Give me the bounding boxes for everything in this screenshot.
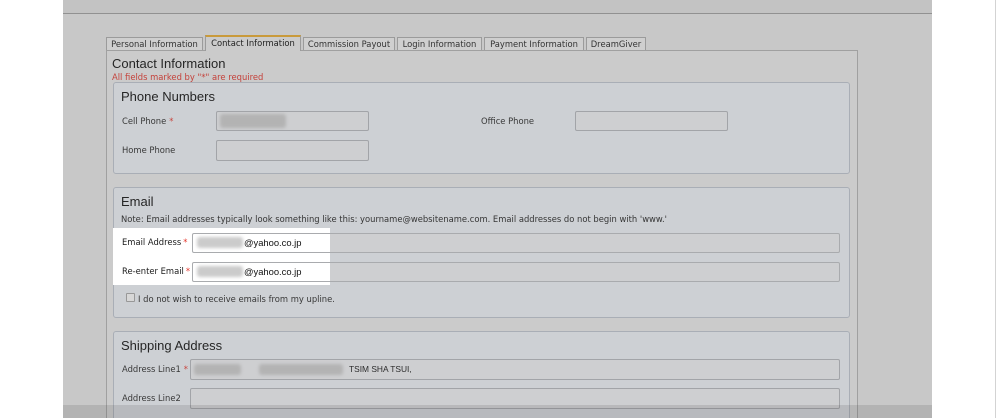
home-phone-input[interactable]	[216, 140, 369, 161]
email-address-input[interactable]: @yahoo.co.jp	[192, 233, 840, 253]
address-line1-input[interactable]: TSIM SHA TSUI,	[190, 359, 840, 380]
shipping-address-legend: Shipping Address	[121, 338, 223, 353]
email-address-label: Email Address *	[122, 237, 187, 247]
required-asterisk: *	[183, 364, 188, 374]
reenter-email-label-text: Re-enter Email	[122, 266, 184, 276]
required-asterisk: *	[183, 237, 188, 247]
required-asterisk: *	[169, 116, 174, 126]
tab-personal-information[interactable]: Personal Information	[106, 37, 203, 50]
phone-numbers-legend: Phone Numbers	[121, 89, 215, 104]
address-line1-label-text: Address Line1	[122, 364, 181, 374]
reenter-email-value: @yahoo.co.jp	[244, 266, 302, 277]
cell-phone-label: Cell Phone *	[122, 116, 173, 126]
address-line1-value: TSIM SHA TSUI,	[349, 364, 412, 374]
office-phone-input[interactable]	[575, 111, 728, 131]
obscured-value	[197, 266, 243, 277]
required-asterisk: *	[185, 266, 191, 276]
email-format-note: Note: Email addresses typically look som…	[121, 214, 667, 224]
address-line1-label: Address Line1 *	[122, 364, 188, 374]
office-phone-label-text: Office Phone	[481, 116, 535, 126]
office-phone-label: Office Phone	[481, 116, 534, 126]
cell-phone-label-text: Cell Phone	[122, 116, 167, 126]
tab-dreamgiver[interactable]: DreamGiver	[586, 37, 646, 50]
page-title: Contact Information	[112, 56, 226, 71]
home-phone-label: Home Phone	[122, 145, 175, 155]
email-address-label-text: Email Address	[122, 237, 182, 247]
home-phone-label-text: Home Phone	[122, 145, 176, 155]
tab-payment-information[interactable]: Payment Information	[484, 37, 584, 50]
no-upline-emails-label[interactable]: I do not wish to receive emails from my …	[138, 294, 335, 304]
tab-contact-information[interactable]: Contact Information	[205, 35, 301, 51]
obscured-value	[259, 364, 343, 375]
obscured-value	[194, 364, 241, 375]
cell-phone-input[interactable]	[216, 111, 369, 131]
email-legend: Email	[121, 194, 154, 209]
window-edge	[995, 0, 996, 418]
address-line2-label-text: Address Line2	[122, 393, 181, 403]
top-bar	[63, 0, 932, 14]
required-fields-note: All fields marked by "*" are required	[112, 72, 264, 82]
reenter-email-input[interactable]: @yahoo.co.jp	[192, 262, 840, 282]
tab-commission-payout[interactable]: Commission Payout	[303, 37, 395, 50]
address-line2-label: Address Line2	[122, 393, 181, 403]
reenter-email-label: Re-enter Email *	[122, 266, 190, 276]
obscured-value	[197, 237, 243, 248]
email-address-value: @yahoo.co.jp	[244, 237, 302, 248]
no-upline-emails-checkbox[interactable]	[126, 293, 135, 302]
obscured-value	[220, 114, 286, 128]
bottom-shade	[63, 405, 932, 418]
tab-login-information[interactable]: Login Information	[397, 37, 482, 50]
